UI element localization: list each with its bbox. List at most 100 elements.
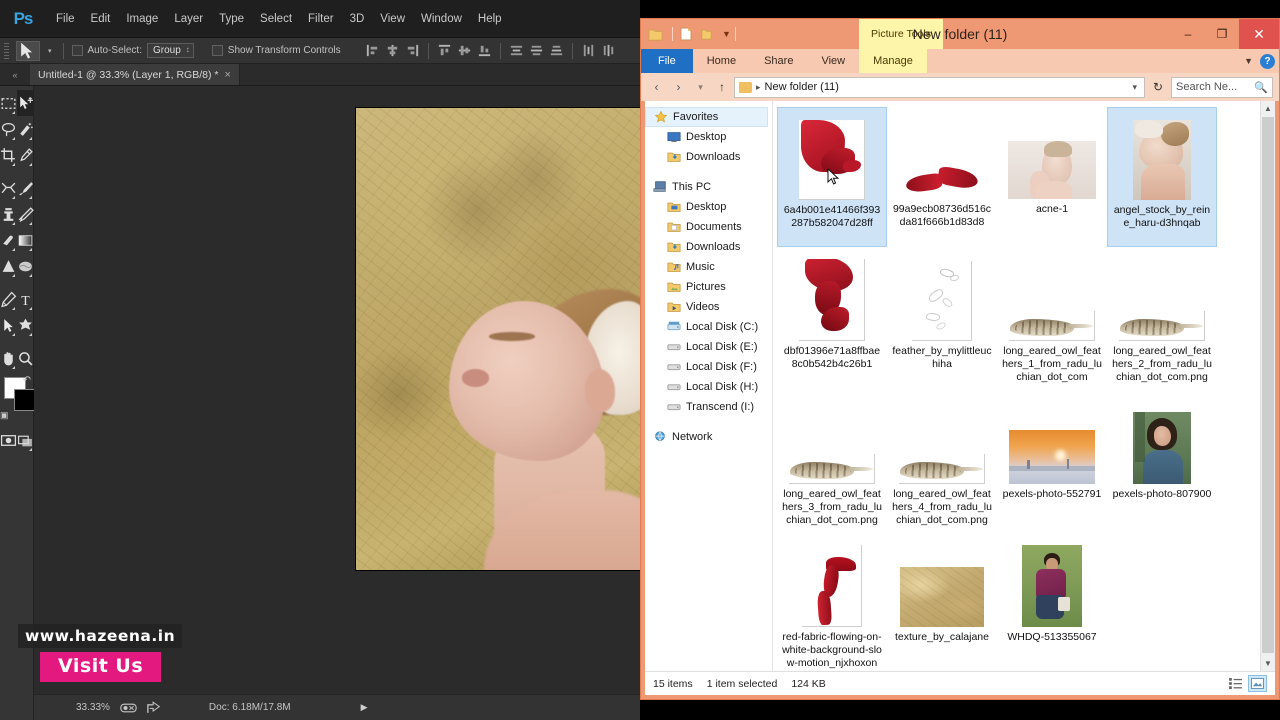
healing-brush-tool[interactable] (0, 175, 17, 201)
menu-file[interactable]: File (48, 9, 83, 29)
path-selection-tool[interactable] (0, 312, 17, 338)
eraser-tool[interactable] (0, 227, 17, 253)
file-item[interactable]: WHDQ-513355067 (997, 535, 1107, 671)
minimize-button[interactable]: – (1171, 19, 1205, 49)
large-icons-view-button[interactable] (1248, 675, 1267, 692)
nav-item-downloads[interactable]: Downloads (645, 147, 772, 167)
file-item[interactable]: dbf01396e71a8ffbae8c0b542b4c26b1 (777, 249, 887, 390)
file-item[interactable]: long_eared_owl_feathers_3_from_radu_luch… (777, 392, 887, 533)
blur-tool[interactable] (0, 253, 17, 279)
quick-mask-tool[interactable] (0, 427, 17, 453)
file-item[interactable]: pexels-photo-807900 (1107, 392, 1217, 533)
menu-help[interactable]: Help (470, 9, 510, 29)
distribute-left-edges-icon[interactable] (581, 43, 596, 58)
file-item[interactable]: red-fabric-flowing-on-white-background-s… (777, 535, 887, 671)
address-input[interactable]: ▸ New folder (11) ▾ (734, 76, 1145, 98)
file-item[interactable]: 6a4b001e41466f393287b582047d28ff (777, 107, 887, 247)
explorer-title-bar[interactable]: ▼ Picture Tools New folder (11) – ❐ ✕ (641, 19, 1279, 49)
file-item[interactable]: feather_by_mylittleuchiha (887, 249, 997, 390)
scroll-up-icon[interactable]: ▲ (1261, 101, 1275, 116)
photoshop-canvas[interactable] (356, 108, 640, 570)
menu-edit[interactable]: Edit (83, 9, 119, 29)
marquee-tool[interactable] (0, 90, 17, 116)
maximize-button[interactable]: ❐ (1205, 19, 1239, 49)
default-colors-icon[interactable]: ▣ (0, 410, 9, 421)
menu-image[interactable]: Image (118, 9, 166, 29)
address-dropdown-icon[interactable]: ▾ (1129, 82, 1140, 93)
align-bottom-edges-icon[interactable] (477, 43, 492, 58)
refresh-button[interactable]: ↻ (1148, 80, 1168, 94)
clone-stamp-tool[interactable] (0, 201, 17, 227)
menu-type[interactable]: Type (211, 9, 252, 29)
show-transform-controls-checkbox[interactable] (211, 45, 223, 56)
type-tool[interactable]: T (17, 286, 34, 312)
tool-preset-caret-icon[interactable]: ▾ (48, 47, 52, 55)
collapse-panels-icon[interactable]: « (0, 64, 30, 85)
align-left-edges-icon[interactable] (365, 43, 380, 58)
nav-item-local-disk-e[interactable]: Local Disk (E:) (645, 337, 772, 357)
auto-select-checkbox[interactable] (71, 45, 83, 56)
menu-filter[interactable]: Filter (300, 9, 342, 29)
align-horizontal-centers-icon[interactable] (385, 43, 400, 58)
align-right-edges-icon[interactable] (405, 43, 420, 58)
nav-item-network[interactable]: Network (645, 427, 772, 447)
up-button[interactable]: ↑ (713, 80, 731, 94)
nav-item-desktop[interactable]: Desktop (645, 197, 772, 217)
tab-file[interactable]: File (641, 49, 693, 73)
nav-item-transcend-i[interactable]: Transcend (I:) (645, 397, 772, 417)
file-item[interactable]: texture_by_calajane (887, 535, 997, 671)
scroll-down-icon[interactable]: ▼ (1261, 656, 1275, 671)
tab-manage[interactable]: Manage (859, 49, 927, 73)
nav-item-local-disk-f[interactable]: Local Disk (F:) (645, 357, 772, 377)
search-input[interactable]: Search Ne... 🔍 (1171, 76, 1273, 98)
tab-home[interactable]: Home (693, 49, 750, 73)
nav-item-downloads[interactable]: Downloads (645, 237, 772, 257)
nav-item-desktop[interactable]: Desktop (645, 127, 772, 147)
active-tool-icon[interactable] (16, 40, 40, 61)
distribute-vertical-centers-icon[interactable] (529, 43, 544, 58)
status-bar-expand-icon[interactable]: ▶ (361, 702, 368, 713)
nav-item-local-disk-h[interactable]: Local Disk (H:) (645, 377, 772, 397)
file-item[interactable]: pexels-photo-552791 (997, 392, 1107, 533)
file-item[interactable]: angel_stock_by_reine_haru-d3hnqab (1107, 107, 1217, 247)
file-item[interactable]: long_eared_owl_feathers_2_from_radu_luch… (1107, 249, 1217, 390)
close-document-icon[interactable]: × (224, 69, 230, 81)
move-tool[interactable] (17, 90, 34, 116)
dodge-tool[interactable] (17, 253, 34, 279)
menu-view[interactable]: View (372, 9, 413, 29)
distribute-top-edges-icon[interactable] (509, 43, 524, 58)
tab-share[interactable]: Share (750, 49, 807, 73)
photoshop-canvas-area[interactable] (34, 86, 640, 694)
file-list-scrollbar[interactable]: ▲ ▼ (1260, 101, 1275, 671)
nav-item-pictures[interactable]: Pictures (645, 277, 772, 297)
options-bar-grip[interactable] (4, 42, 9, 59)
watermark-visit-us-button[interactable]: Visit Us (40, 652, 162, 682)
tab-view[interactable]: View (807, 49, 859, 73)
distribute-horizontal-centers-icon[interactable] (601, 43, 616, 58)
gradient-tool[interactable] (17, 227, 34, 253)
menu-window[interactable]: Window (413, 9, 470, 29)
share-icon[interactable] (147, 701, 161, 714)
brush-tool[interactable] (17, 175, 34, 201)
eyedropper-tool[interactable] (17, 142, 34, 168)
explorer-file-list[interactable]: 6a4b001e41466f393287b582047d28ff 99a9ecb0… (773, 101, 1275, 671)
menu-layer[interactable]: Layer (166, 9, 211, 29)
zoom-tool[interactable] (17, 345, 34, 371)
align-vertical-centers-icon[interactable] (457, 43, 472, 58)
shape-tool[interactable] (17, 312, 34, 338)
nav-item-favorites[interactable]: Favorites (645, 107, 768, 127)
expand-ribbon-icon[interactable]: ▼ (1244, 56, 1253, 66)
recent-locations-icon[interactable]: ▾ (691, 78, 710, 97)
nav-item-this-pc[interactable]: This PC (645, 177, 772, 197)
menu-3d[interactable]: 3D (342, 9, 373, 29)
quick-selection-tool[interactable] (17, 116, 34, 142)
file-item[interactable]: 99a9ecb08736d516cda81f666b1d83d8 (887, 107, 997, 247)
file-item[interactable]: long_eared_owl_feathers_1_from_radu_luch… (997, 249, 1107, 390)
document-sizes-icon[interactable] (120, 702, 137, 714)
pen-tool[interactable] (0, 286, 17, 312)
history-brush-tool[interactable] (17, 201, 34, 227)
close-button[interactable]: ✕ (1239, 19, 1279, 49)
swap-colors-icon[interactable]: ↶ (23, 375, 31, 386)
crop-tool[interactable] (0, 142, 17, 168)
nav-item-music[interactable]: Music (645, 257, 772, 277)
